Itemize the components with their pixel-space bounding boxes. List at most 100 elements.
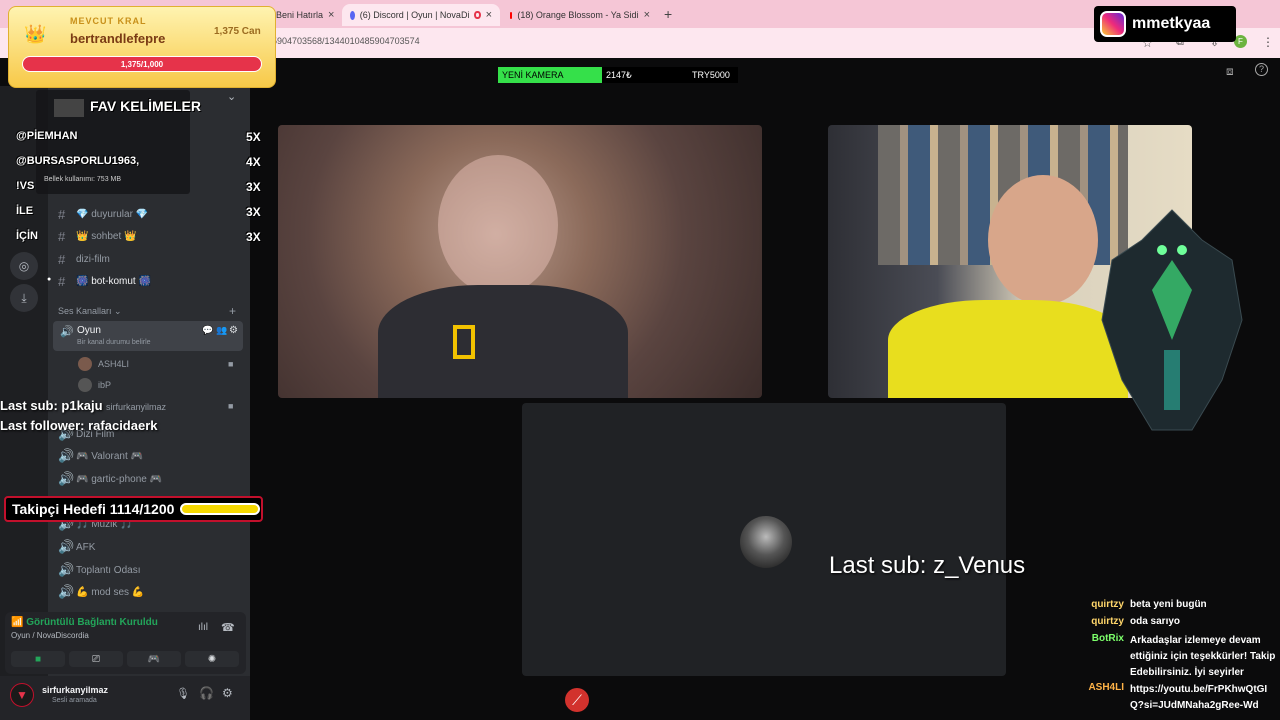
chevron-down-icon[interactable]: ⌄: [227, 90, 236, 103]
chat-message: beta yeni bugün: [1130, 599, 1207, 610]
camera-icon: ■: [228, 401, 234, 411]
close-icon[interactable]: ×: [486, 9, 492, 21]
disconnect-icon[interactable]: ☎: [221, 621, 235, 634]
menu-icon[interactable]: ⋮: [1262, 35, 1274, 49]
fav-title: FAV KELİMELER: [90, 98, 201, 114]
channel-duyurular[interactable]: # 💎 duyurular 💎: [58, 204, 148, 224]
king-label: MEVCUT KRAL: [70, 16, 147, 26]
fav-word: @BURSASPORLU1963,: [16, 155, 140, 167]
camera-button[interactable]: ■: [11, 651, 65, 667]
tab-youtube[interactable]: (18) Orange Blossom - Ya Sidi ×: [502, 4, 658, 26]
hash-icon: #: [58, 228, 66, 244]
chat-username: BotRix: [1091, 633, 1124, 644]
hash-icon: #: [58, 273, 66, 289]
avatar[interactable]: ▼: [10, 683, 34, 707]
username[interactable]: sirfurkanyilmaz: [42, 685, 108, 695]
url-field[interactable]: 5904703568/1344010485904703574: [272, 36, 420, 46]
tab-label: (18) Orange Blossom - Ya Sidi: [517, 10, 639, 20]
voice-channel-name: Oyun: [77, 325, 101, 336]
discover-icon[interactable]: ◎: [10, 252, 38, 280]
camera-goal-label: YENİ KAMERA: [498, 67, 602, 83]
channel-status[interactable]: Bir kanal durumu belirle: [77, 339, 151, 346]
follower-goal-widget: Takipçi Hedefi 1114/1200: [4, 496, 263, 522]
close-icon[interactable]: ×: [644, 9, 650, 21]
headphones-icon[interactable]: 🎧: [199, 686, 214, 700]
speaker-icon: 🔊: [58, 584, 75, 599]
voice-channels-header[interactable]: Ses Kanalları ⌄: [58, 306, 122, 317]
voice-channel-gartic-phone[interactable]: 🔊 🎮 gartic-phone 🎮: [58, 469, 162, 489]
chat-message: https://youtu.be/FrPKhwQtGI Q?si=JUdMNah…: [1130, 684, 1268, 711]
close-icon[interactable]: ×: [328, 9, 334, 21]
person-shirt: [378, 285, 628, 398]
streamer-logo-icon: ⟋: [565, 688, 589, 712]
fav-count: 3X: [246, 230, 261, 244]
voice-channel-valorant[interactable]: 🔊 🎮 Valorant 🎮: [58, 446, 143, 466]
chat-username: ASH4LI: [1088, 682, 1124, 693]
video-tile-streamer[interactable]: [278, 125, 762, 398]
download-icon[interactable]: ⤓: [10, 284, 38, 312]
king-name: bertrandlefepre: [70, 31, 166, 46]
tab-label: Beni Hatırla: [276, 10, 324, 20]
tab-beni-hatirla[interactable]: Beni Hatırla ×: [268, 4, 342, 26]
speaker-icon: 🔊: [58, 539, 75, 554]
speaker-icon: 🔊: [58, 562, 75, 577]
popout-icon[interactable]: ⧈: [1226, 64, 1234, 79]
user-status: Sesli aramada: [52, 697, 97, 704]
fav-word: İÇİN: [16, 230, 38, 242]
soundboard-button[interactable]: ✺: [185, 651, 239, 667]
tab-discord[interactable]: (6) Discord | Oyun | NovaDi ×: [342, 4, 500, 26]
person-face: [988, 175, 1098, 305]
voice-channel-toplanti[interactable]: 🔊 Toplantı Odası: [58, 560, 140, 580]
discord-topbar: [250, 58, 1280, 86]
noise-icon[interactable]: ılıl: [198, 622, 208, 633]
chat-username: quirtzy: [1091, 599, 1124, 610]
add-channel-icon[interactable]: +: [229, 304, 236, 318]
gear-icon[interactable]: ⚙: [229, 325, 238, 336]
voice-member[interactable]: ASH4LI: [98, 359, 129, 369]
channel-sohbet[interactable]: # 👑 sohbet 👑: [58, 226, 136, 246]
follower-goal-progress: [180, 503, 261, 515]
thumbnail: [54, 99, 84, 117]
fav-word: !VS: [16, 180, 35, 192]
last-sub-left: Last sub: p1kaju: [0, 398, 103, 413]
channel-bot-komut[interactable]: # 🎆 bot-komut 🎆: [58, 271, 151, 291]
chat-message: Arkadaşlar izlemeye devam ettiğiniz için…: [1130, 635, 1276, 678]
voice-channel-mod-ses[interactable]: 🔊 💪 mod ses 💪: [58, 582, 144, 602]
help-icon[interactable]: ?: [1255, 63, 1268, 76]
youtube-icon: [510, 11, 513, 19]
monster-mascot-icon: [1101, 209, 1243, 431]
voice-channel-afk[interactable]: 🔊 AFK: [58, 537, 95, 557]
instagram-badge: mmetkyaa: [1094, 6, 1236, 42]
voice-member[interactable]: sirfurkanyilmaz: [106, 402, 166, 412]
last-sub-center: Last sub: z_Venus: [829, 552, 1026, 579]
gear-icon[interactable]: ⚙: [222, 686, 233, 700]
crown-icon: 👑: [24, 24, 47, 44]
fav-count: 3X: [246, 180, 261, 194]
channel-dizi-film[interactable]: # dizi-film: [58, 249, 110, 269]
avatar: [78, 378, 92, 392]
hash-icon: #: [58, 206, 66, 222]
fav-word: @PİEMHAN: [16, 130, 78, 142]
screen-share-button[interactable]: ⎚: [69, 651, 123, 667]
speaker-icon: 🔊: [58, 448, 75, 463]
new-tab-button[interactable]: +: [664, 6, 672, 22]
camera-goal-amount: 2147₺: [602, 67, 692, 83]
microphone-icon[interactable]: 🎙: [176, 687, 190, 700]
avatar: [78, 357, 92, 371]
recording-icon: [474, 11, 481, 19]
voice-member[interactable]: ibP: [98, 380, 111, 390]
invite-icon[interactable]: 👥: [216, 325, 227, 336]
fav-count: 4X: [246, 155, 261, 169]
instagram-icon: [1100, 11, 1126, 37]
tab-label: (6) Discord | Oyun | NovaDi: [359, 10, 470, 20]
activity-button[interactable]: 🎮: [127, 651, 181, 667]
last-follower: Last follower: rafacidaerk: [0, 418, 158, 433]
camera-goal-target: TRY5000: [692, 67, 738, 83]
chat-icon[interactable]: 💬: [202, 325, 213, 336]
voice-location[interactable]: Oyun / NovaDiscordia: [11, 631, 89, 640]
chat-message: oda sarıyo: [1130, 616, 1181, 627]
ng-logo-icon: [453, 325, 475, 359]
speaker-icon: 🔊: [60, 326, 74, 338]
hash-icon: #: [58, 251, 66, 267]
voice-status: 📶 Görüntülü Bağlantı Kuruldu: [11, 617, 158, 628]
